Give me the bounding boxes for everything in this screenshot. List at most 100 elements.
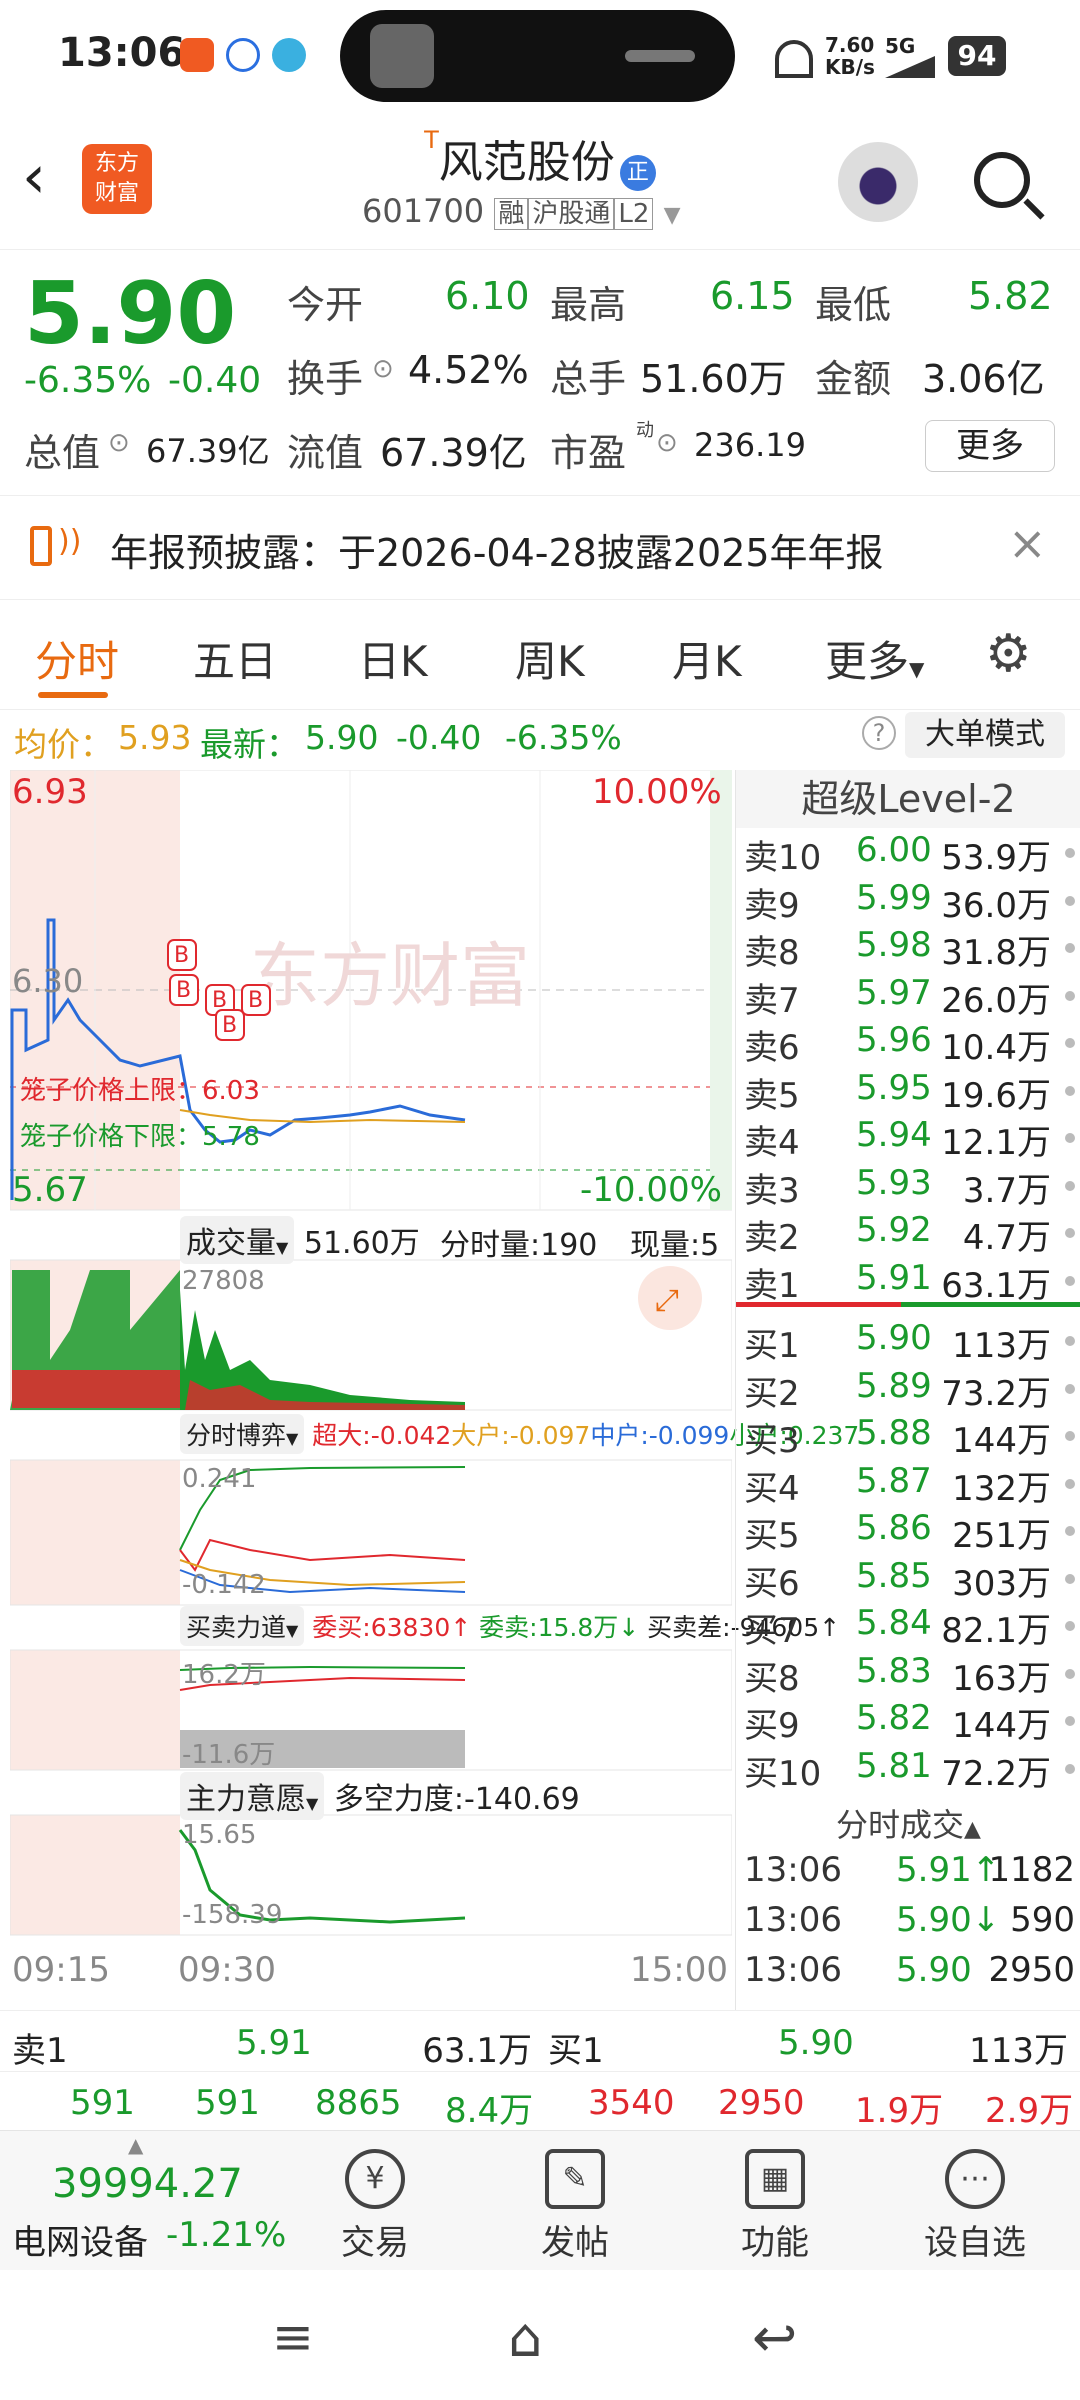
amount-value: 3.06亿 [922,357,1045,401]
tick-price: 5.90↓ [896,1900,1001,1940]
ticks-title[interactable]: 分时成交▲ [736,1800,1080,1846]
bid-level: 买4 [744,1468,800,1509]
ask-row[interactable]: 卖8 5.98 31.8万 [736,925,1080,973]
tab-more[interactable]: 更多▼ [825,628,924,689]
mcap-label: 总值 [24,431,101,475]
tab-weekly-k[interactable]: 周K [515,628,585,689]
expand-icon: ⤢ [655,1283,679,1318]
status-dot-icon [1065,1085,1075,1096]
info-icon[interactable]: ⊙ [372,354,394,384]
more-button[interactable]: 更多 [925,420,1055,472]
bid-row[interactable]: 买2 5.89 73.2万 [736,1366,1080,1414]
change-pct: -6.35% [24,360,152,401]
float-label: 流值 [287,431,364,475]
ticks-title-label: 分时成交 [836,1806,965,1844]
status-dot-icon [1065,1133,1075,1143]
pe-label: 市盈 [550,431,627,475]
ask-level: 卖8 [744,933,800,973]
status-dot-icon [1065,1763,1075,1774]
ask-row[interactable]: 卖10 6.00 53.9万 [736,830,1080,878]
index-name: 电网设备 [12,2223,148,2263]
edit-icon: ✎ [545,2149,605,2209]
home-icon[interactable]: ⌂ [508,2306,542,2369]
pe-dynamic-mark: 动 [636,420,654,441]
dropdown-arrow-icon: ▼ [306,1794,319,1813]
ask-volume: 36.0万 [941,885,1051,926]
tab-five-day[interactable]: 五日 [193,628,277,689]
signal-icon [885,56,935,78]
bid-row[interactable]: 买5 5.86 251万 [736,1508,1080,1556]
ask-price: 5.92 [856,1210,932,1250]
ask-volume: 3.7万 [962,1170,1051,1211]
tab-more-label: 更多 [825,637,910,686]
ask-level: 卖2 [744,1218,800,1258]
tag-margin: 融 [494,198,529,230]
trade-button[interactable]: ¥ 交易 [275,2131,475,2271]
ask-row[interactable]: 卖4 5.94 12.1万 [736,1115,1080,1163]
bid-volume: 251万 [952,1516,1051,1556]
bid-level: 买2 [744,1373,800,1414]
bid-price: 5.81 [856,1745,932,1786]
latest-value: 5.90 [305,718,379,757]
tab-intraday[interactable]: 分时 [35,628,119,689]
add-watchlist-button[interactable]: ⋯ 设自选 [875,2131,1075,2271]
buy-marker-letter: B [212,988,227,1013]
close-icon[interactable]: × [1008,516,1047,570]
gear-icon[interactable]: ⚙ [985,624,1032,684]
ask1-volume: 63.1万 [422,2031,532,2071]
stock-header: ‹ 东方 财富 T风范股份 正 601700 融沪股通 L2 ▼ [0,110,1080,250]
status-dot-icon [1065,895,1075,906]
ask-row[interactable]: 卖9 5.99 36.0万 [736,878,1080,926]
ask-level: 卖5 [744,1075,800,1116]
tab-daily-k[interactable]: 日K [358,628,428,689]
ask-price: 5.96 [856,1020,932,1060]
time-open: 09:30 [178,1950,276,1990]
bid-row[interactable]: 买1 5.90 113万 [736,1318,1080,1366]
ask-row[interactable]: 卖3 5.93 3.7万 [736,1163,1080,1211]
bid-row[interactable]: 买3 5.88 144万 [736,1413,1080,1461]
menu-icon[interactable]: ≡ [272,2308,314,2366]
bid-price: 5.86 [856,1508,932,1548]
info-icon[interactable]: ⊙ [108,428,130,458]
back-icon[interactable]: ↩ [752,2306,797,2369]
post-button[interactable]: ✎ 发帖 [475,2131,675,2271]
game-dropdown[interactable]: 分时博弈▼ [180,1414,305,1454]
volume-dropdown[interactable]: 成交量▼ [180,1216,295,1264]
robot-assistant-icon[interactable] [838,142,918,222]
info-icon[interactable]: ⊙ [656,428,678,458]
bid-row[interactable]: 买8 5.83 163万 [736,1651,1080,1699]
dropdown-arrow-icon[interactable]: ▼ [664,203,681,228]
big-order-mode-button[interactable]: 大单模式 [905,712,1065,758]
main-dropdown[interactable]: 主力意愿▼ [180,1772,325,1820]
chart-area[interactable]: 东方财富 B B B B B ⤢ 6.93 10.00% 6.30 5.67 -… [9,769,859,2010]
function-button[interactable]: ▦ 功能 [675,2131,875,2271]
ask-row[interactable]: 卖5 5.95 19.6万 [736,1068,1080,1116]
ask-queue-2: 591 [195,2083,260,2123]
dropdown-arrow-icon: ▼ [286,1429,299,1448]
search-icon[interactable] [974,152,1030,208]
bid-row[interactable]: 买6 5.85 303万 [736,1556,1080,1604]
bid-row[interactable]: 买9 5.82 144万 [736,1698,1080,1746]
low-label: 最低 [815,283,892,327]
sector-index[interactable]: ▲ 39994.27 电网设备 -1.21% [0,2131,290,2271]
ask-row[interactable]: 卖1 5.91 63.1万 [736,1258,1080,1306]
bid-row[interactable]: 买7 5.84 82.1万 [736,1603,1080,1651]
ask-row[interactable]: 卖6 5.96 10.4万 [736,1020,1080,1068]
ask-row[interactable]: 卖7 5.97 26.0万 [736,973,1080,1021]
help-icon[interactable]: ? [862,716,896,750]
notice-bar[interactable]: )) 年报预披露：于2026-04-28披露2025年年报 × [0,495,1080,600]
status-dot-icon [1065,1621,1075,1631]
code-line: 601700 融沪股通 L2 ▼ [362,192,680,230]
bid-volume: 163万 [952,1658,1051,1699]
tab-monthly-k[interactable]: 月K [672,628,742,689]
level2-title[interactable]: 超级Level-2 [736,770,1080,828]
bid-row[interactable]: 买4 5.87 132万 [736,1461,1080,1509]
net-speed-unit: KB/s [825,55,875,79]
bid-row[interactable]: 买10 5.81 72.2万 [736,1746,1080,1794]
ask-row[interactable]: 卖2 5.92 4.7万 [736,1210,1080,1258]
buy-marker-letter: B [176,978,191,1003]
ask-price: 5.97 [856,972,932,1013]
bs-dropdown[interactable]: 买卖力道▼ [180,1606,305,1646]
index-pct: -1.21% [166,2215,287,2255]
status-dot-icon [1065,1228,1075,1238]
